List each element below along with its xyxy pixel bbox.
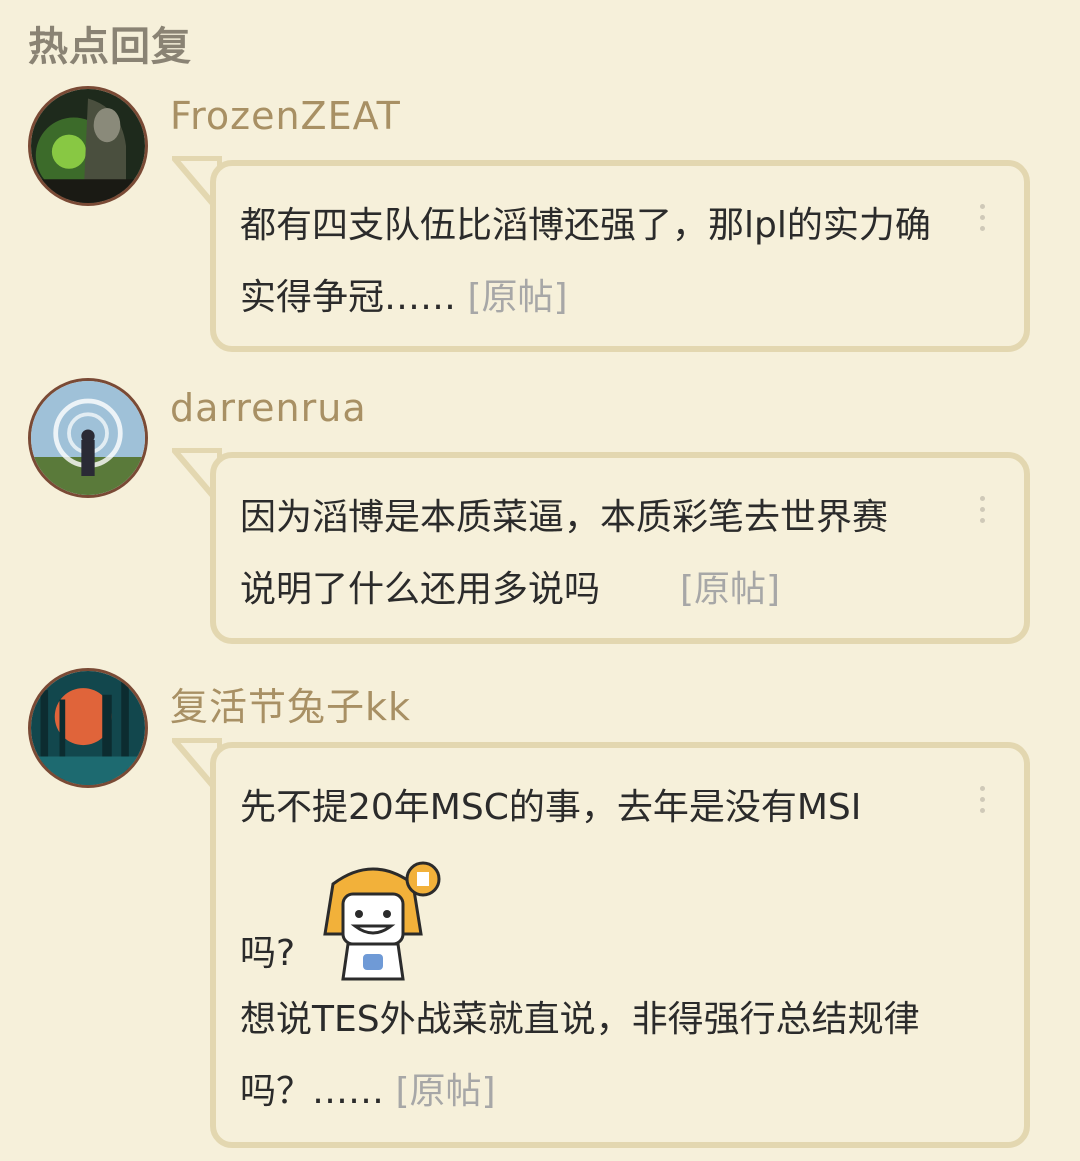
reply-line: 吗? xyxy=(240,854,944,984)
reply-text: 先不提20年MSC的事，去年是没有MSI 吗? 想说TES外战菜就直说，非得强行… xyxy=(240,772,944,1128)
username[interactable]: 复活节兔子kk xyxy=(170,676,411,731)
reply-bubble[interactable]: 因为滔博是本质菜逼，本质彩笔去世界赛 说明了什么还用多说吗 [原帖] xyxy=(210,452,1030,644)
section-title: 热点回复 xyxy=(28,24,192,70)
avatar[interactable] xyxy=(28,86,148,206)
original-post-link[interactable]: [原帖] xyxy=(467,277,567,318)
more-vertical-icon[interactable] xyxy=(980,496,986,523)
original-post-link[interactable]: [原帖] xyxy=(395,1071,495,1112)
username[interactable]: FrozenZEAT xyxy=(170,94,401,138)
reply-line: 先不提20年MSC的事，去年是没有MSI xyxy=(240,787,862,828)
more-vertical-icon[interactable] xyxy=(980,786,986,813)
more-vertical-icon[interactable] xyxy=(980,204,986,231)
username[interactable]: darrenrua xyxy=(170,386,367,430)
reply-line: 因为滔博是本质菜逼，本质彩笔去世界赛 xyxy=(240,497,889,538)
avatar[interactable] xyxy=(28,668,148,788)
smiling-cartoon-sticker xyxy=(303,854,443,984)
reply-line: 吗？…… [原帖] xyxy=(240,1071,496,1112)
avatar[interactable] xyxy=(28,378,148,498)
original-post-link[interactable]: [原帖] xyxy=(680,569,780,610)
reply-text: 因为滔博是本质菜逼，本质彩笔去世界赛 说明了什么还用多说吗 [原帖] xyxy=(240,482,944,626)
reply-text: 都有四支队伍比滔博还强了，那lpl的实力确实得争冠…… [原帖] xyxy=(240,205,931,318)
reply-bubble[interactable]: 都有四支队伍比滔博还强了，那lpl的实力确实得争冠…… [原帖] xyxy=(210,160,1030,352)
reply-line: 想说TES外战菜就直说，非得强行总结规律 xyxy=(240,999,920,1040)
reply-bubble[interactable]: 先不提20年MSC的事，去年是没有MSI 吗? 想说TES外战菜就直说，非得强行… xyxy=(210,742,1030,1148)
reply-line: 说明了什么还用多说吗 [原帖] xyxy=(240,569,781,610)
